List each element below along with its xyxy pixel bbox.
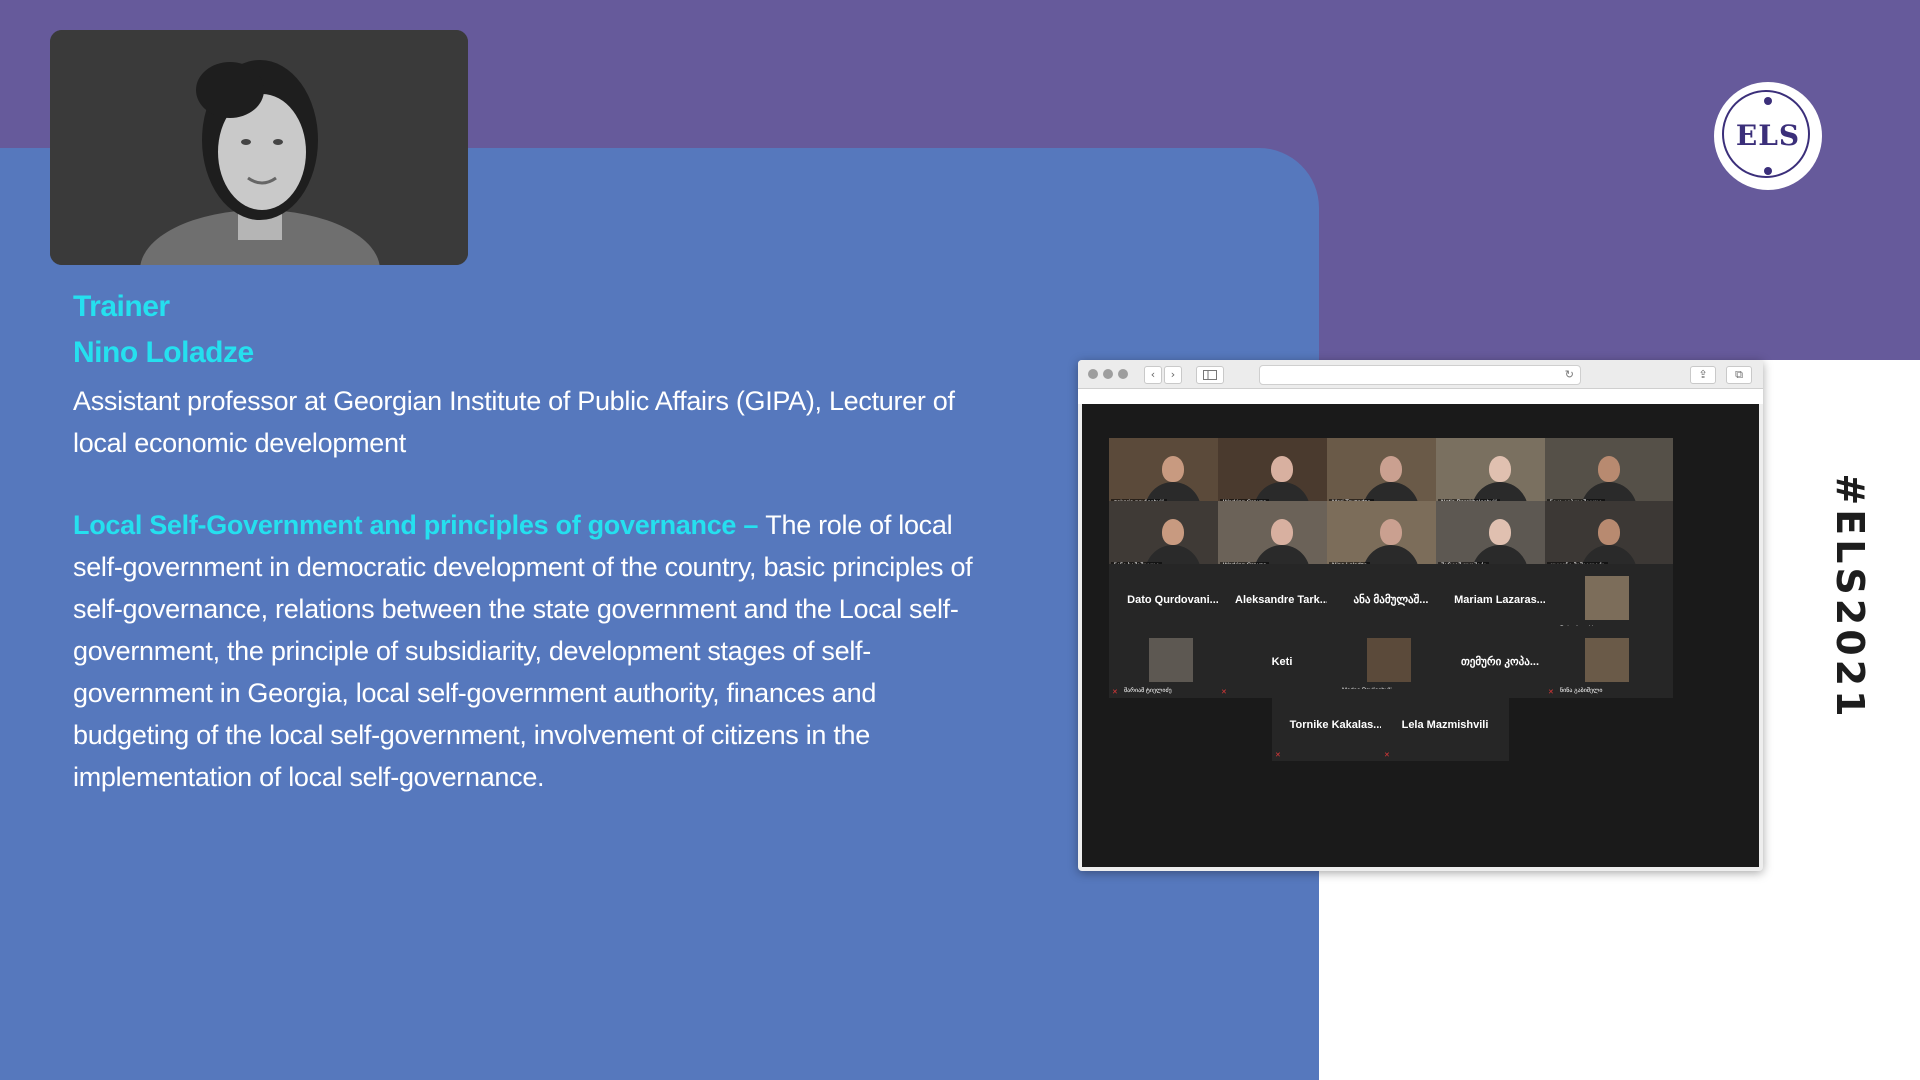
- course-separator: –: [736, 510, 766, 540]
- trainer-bio: Assistant professor at Georgian Institut…: [73, 386, 955, 458]
- browser-window: ‹ › ↻ ⇪ ⧉ zakaria pavliashviliWorking Gr…: [1078, 360, 1763, 871]
- participant-avatar: [1149, 638, 1193, 682]
- role-label: Trainer: [73, 290, 170, 323]
- participant-face: [1380, 456, 1402, 482]
- close-window-dot[interactable]: [1088, 369, 1098, 379]
- els-logo: ELS: [1714, 82, 1822, 190]
- tabs-icon[interactable]: ⧉: [1726, 366, 1752, 384]
- trainer-name: Nino Loladze: [73, 336, 254, 369]
- participant-name: Lela Mazmishvili: [1401, 719, 1489, 731]
- maximize-window-dot[interactable]: [1118, 369, 1128, 379]
- browser-page-top: [1078, 389, 1763, 404]
- participant-face: [1598, 519, 1620, 545]
- participant-face: [1598, 456, 1620, 482]
- participant-face: [1380, 519, 1402, 545]
- share-icon[interactable]: ⇪: [1690, 366, 1716, 384]
- course-title: Local Self-Government and principles of …: [73, 510, 737, 540]
- browser-toolbar: ‹ › ↻ ⇪ ⧉: [1078, 360, 1763, 389]
- muted-mic-icon: ✕: [1275, 751, 1281, 759]
- muted-mic-icon: ✕: [1384, 751, 1390, 759]
- participant-tile[interactable]: Lela Mazmishvili ✕: [1381, 689, 1509, 761]
- reload-icon[interactable]: ↻: [1565, 366, 1574, 384]
- course-description: Local Self-Government and principles of …: [73, 504, 978, 798]
- address-bar[interactable]: ↻: [1259, 365, 1581, 385]
- participant-face: [1162, 519, 1184, 545]
- sidebar-icon[interactable]: [1196, 366, 1224, 384]
- participant-avatar: [1367, 638, 1411, 682]
- muted-mic-icon: ✕: [1112, 688, 1118, 696]
- course-text: The role of local self-government in dem…: [73, 510, 973, 792]
- participant-name-label: ნინა გაბიშელი: [1560, 688, 1603, 694]
- participant-face: [1271, 456, 1293, 482]
- back-icon[interactable]: ‹: [1144, 366, 1162, 384]
- participant-name-label: მარიამ ტიელიძე: [1124, 688, 1172, 694]
- participant-face: [1489, 519, 1511, 545]
- muted-mic-icon: ✕: [1548, 688, 1554, 696]
- participant-face: [1489, 456, 1511, 482]
- logo-text: ELS: [1735, 119, 1801, 152]
- event-hashtag: #ELS2021: [1828, 473, 1872, 721]
- trainer-photo: [50, 30, 468, 265]
- participant-tile[interactable]: ნიკა გაბლიშვილი: [1545, 438, 1673, 510]
- minimize-window-dot[interactable]: [1103, 369, 1113, 379]
- participant-avatar: [1585, 638, 1629, 682]
- video-meeting-grid: zakaria pavliashviliWorking GroupsMeri T…: [1082, 404, 1759, 867]
- participant-face: [1271, 519, 1293, 545]
- forward-icon[interactable]: ›: [1164, 366, 1182, 384]
- participant-tile[interactable]: ლევანი მიშველაძე: [1545, 501, 1673, 573]
- participant-face: [1162, 456, 1184, 482]
- muted-mic-icon: ✕: [1221, 688, 1227, 696]
- slide-text: Trainer Nino Loladze Assistant professor…: [73, 284, 973, 798]
- participant-tile[interactable]: ნინა გაბიშელი ✕: [1545, 626, 1673, 698]
- participant-avatar: [1585, 576, 1629, 620]
